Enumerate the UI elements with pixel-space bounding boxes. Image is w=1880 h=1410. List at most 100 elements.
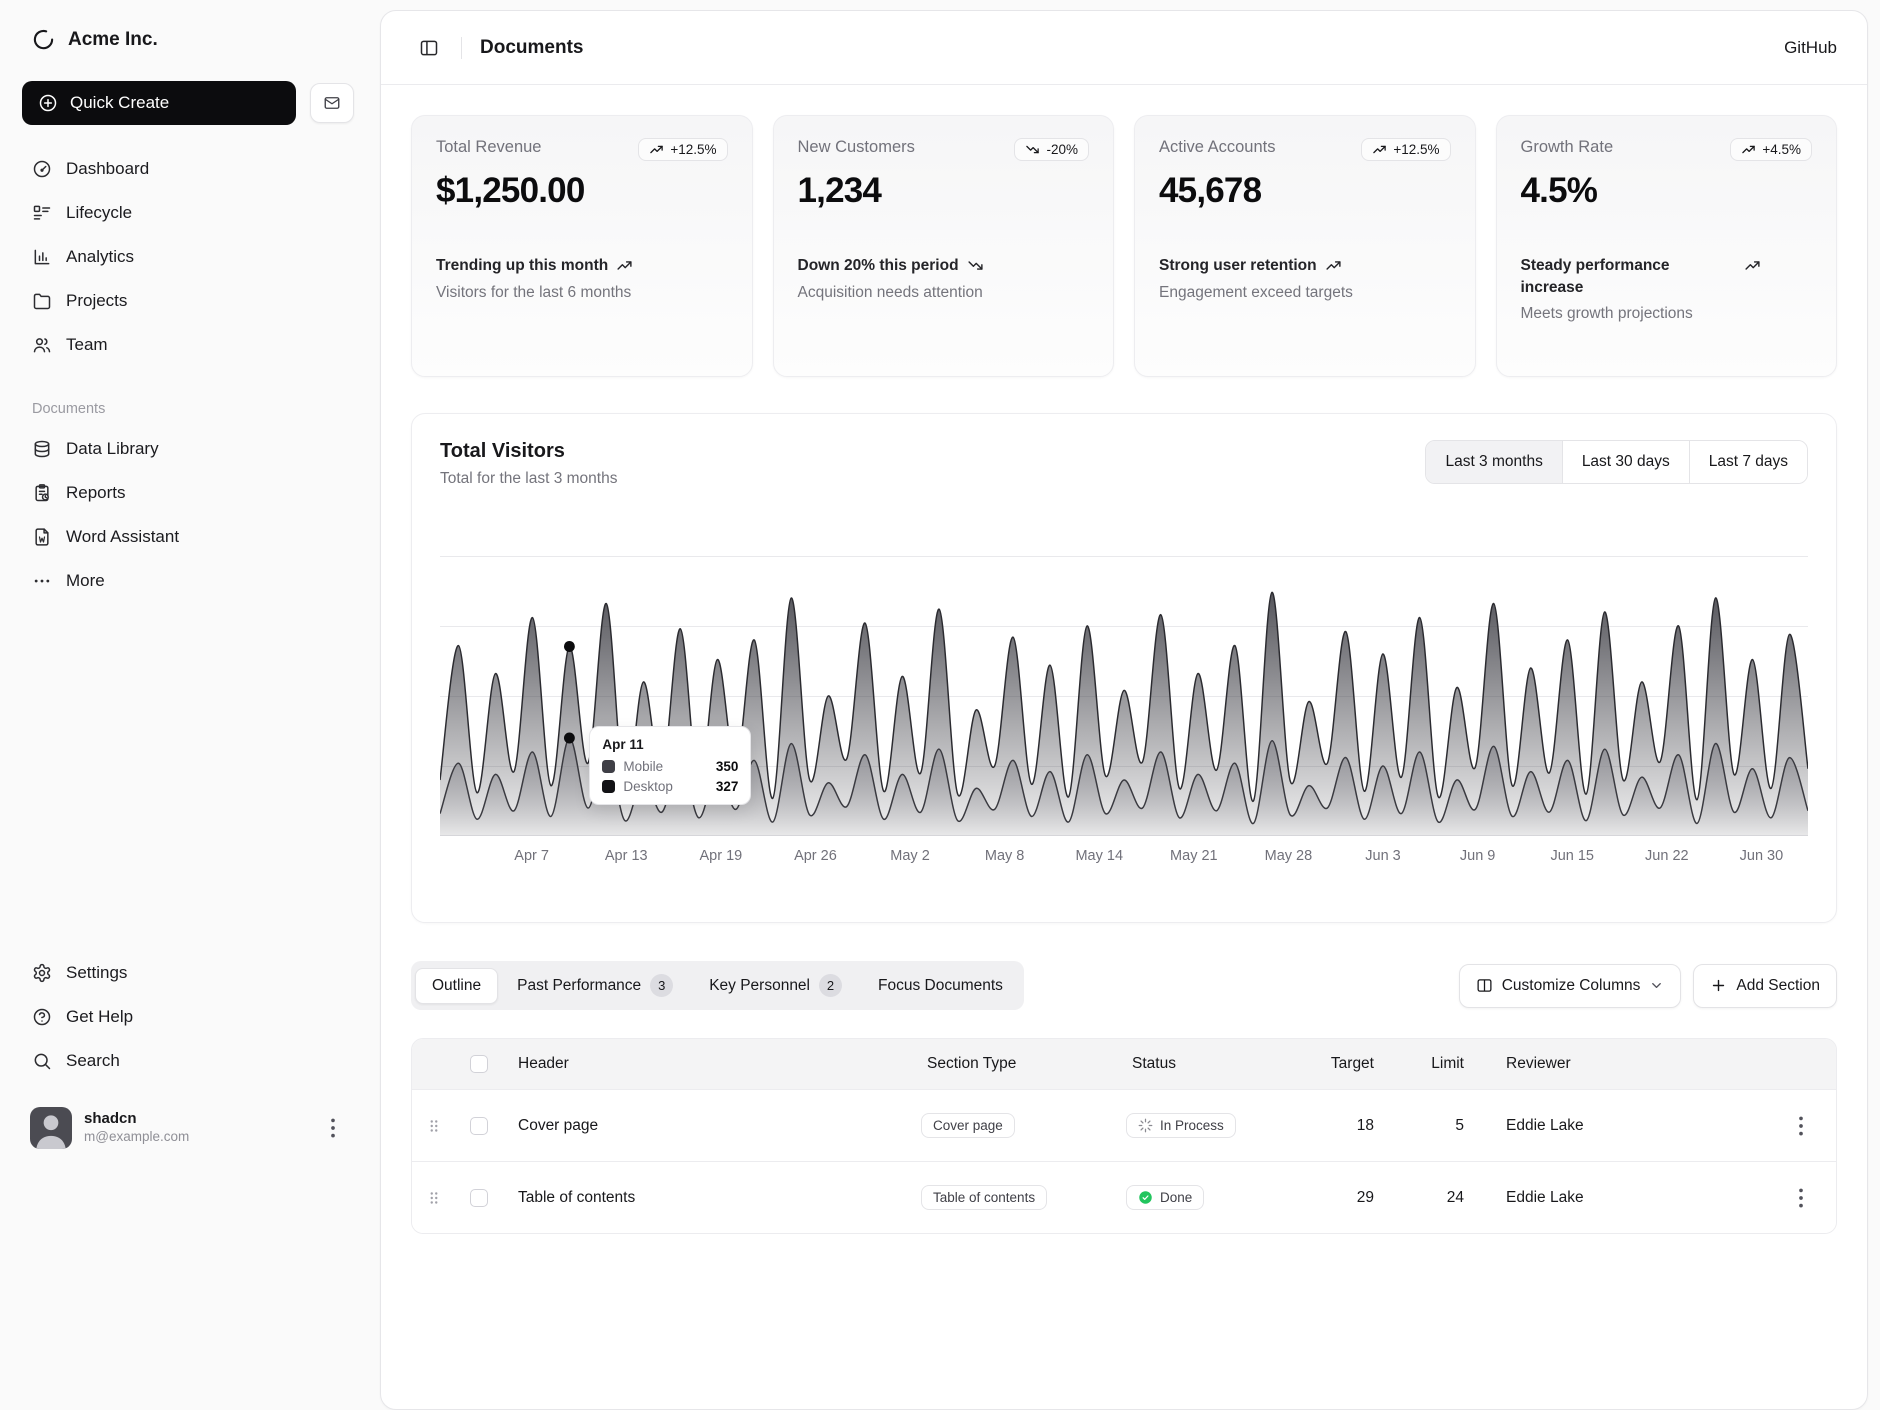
tab-focus-documents[interactable]: Focus Documents	[861, 968, 1020, 1004]
sidebar-item-team[interactable]: Team	[22, 323, 354, 367]
grip-vertical-icon	[425, 1117, 443, 1135]
list-icon	[32, 203, 52, 223]
tab-label: Focus Documents	[878, 977, 1003, 995]
sidebar-item-label: Team	[66, 335, 108, 355]
main-header: Documents GitHub	[381, 11, 1867, 85]
sidebar-item-label: Settings	[66, 963, 127, 983]
trend-badge: +4.5%	[1730, 138, 1812, 161]
sidebar: Acme Inc. Quick Create DashboardLifecycl…	[0, 0, 380, 1175]
stat-card-new-customers: New Customers-20%1,234Down 20% this peri…	[773, 115, 1115, 377]
sidebar-item-lifecycle[interactable]: Lifecycle	[22, 191, 354, 235]
section-toolbar: OutlinePast Performance3 Key Personnel 2 Fo…	[411, 961, 1837, 1010]
sidebar-item-label: Analytics	[66, 247, 134, 267]
stat-value: $1,250.00	[436, 171, 728, 211]
cell-reviewer: Eddie Lake	[1486, 1117, 1766, 1135]
chart-title: Total Visitors	[440, 440, 617, 463]
stat-foot-title-text: Down 20% this period	[798, 255, 959, 277]
sidebar-item-settings[interactable]: Settings	[22, 951, 354, 995]
sidebar-item-label: Search	[66, 1051, 120, 1071]
column-header-target: Target	[1311, 1055, 1396, 1073]
customize-columns-button[interactable]: Customize Columns	[1459, 964, 1682, 1008]
folder-icon	[32, 291, 52, 311]
clipboard-icon	[32, 483, 52, 503]
drag-handle[interactable]	[412, 1189, 456, 1207]
user-kebab-icon[interactable]	[320, 1115, 346, 1141]
sidebar-item-reports[interactable]: Reports	[22, 471, 354, 515]
x-tick-may-21: May 21	[1170, 848, 1218, 864]
tab-outline[interactable]: Outline	[415, 968, 498, 1004]
sidebar-item-data-library[interactable]: Data Library	[22, 427, 354, 471]
sidebar-item-label: Word Assistant	[66, 527, 179, 547]
header-checkbox-cell	[456, 1055, 504, 1073]
tab-past-performance[interactable]: Past Performance3	[500, 965, 690, 1006]
stat-card-growth-rate: Growth Rate+4.5%4.5%Steady performance i…	[1496, 115, 1838, 377]
user-name: shadcn	[84, 1110, 308, 1129]
trend-badge: -20%	[1014, 138, 1089, 161]
x-tick-jun-22: Jun 22	[1645, 848, 1689, 864]
range-last-30-days[interactable]: Last 30 days	[1562, 441, 1689, 483]
tooltip-series-row: Desktop 327	[602, 779, 738, 794]
logo-icon	[32, 28, 55, 51]
sidebar-item-analytics[interactable]: Analytics	[22, 235, 354, 279]
trend-badge: +12.5%	[1361, 138, 1450, 161]
github-link[interactable]: GitHub	[1784, 38, 1837, 58]
sidebar-item-word-assistant[interactable]: Word Assistant	[22, 515, 354, 559]
trend-up-icon	[1372, 142, 1387, 157]
sidebar-item-search[interactable]: Search	[22, 1039, 354, 1083]
tab-label: Key Personnel	[709, 977, 810, 995]
sidebar-item-projects[interactable]: Projects	[22, 279, 354, 323]
cell-limit: 24	[1396, 1189, 1486, 1207]
cell-limit: 5	[1396, 1117, 1486, 1135]
section-type-badge: Table of contents	[921, 1185, 1047, 1210]
page-title: Documents	[480, 37, 583, 59]
user-menu[interactable]: shadcn m@example.com	[22, 1099, 354, 1157]
add-section-label: Add Section	[1736, 977, 1820, 995]
trend-badge-value: +12.5%	[670, 142, 716, 157]
chart-subtitle: Total for the last 3 months	[440, 470, 617, 488]
x-tick-jun-15: Jun 15	[1550, 848, 1594, 864]
stat-label: Growth Rate	[1521, 138, 1614, 157]
tab-count-badge: 2	[819, 974, 842, 997]
cell-target: 18	[1311, 1117, 1396, 1135]
quick-create-label: Quick Create	[70, 93, 169, 113]
range-last-7-days[interactable]: Last 7 days	[1689, 441, 1807, 483]
sidebar-item-more[interactable]: More	[22, 559, 354, 603]
row-kebab-icon[interactable]	[1788, 1185, 1814, 1211]
tooltip-series-value: 327	[716, 779, 739, 794]
trend-badge-value: +4.5%	[1762, 142, 1801, 157]
ellipsis-icon	[32, 571, 52, 591]
trend-badge: +12.5%	[638, 138, 727, 161]
sidebar-item-dashboard[interactable]: Dashboard	[22, 147, 354, 191]
row-kebab-icon[interactable]	[1788, 1113, 1814, 1139]
stat-label: New Customers	[798, 138, 915, 157]
tab-key-personnel[interactable]: Key Personnel 2	[692, 965, 859, 1006]
cell-reviewer: Eddie Lake	[1486, 1189, 1766, 1207]
trend-up-icon	[1325, 257, 1342, 274]
quick-create-button[interactable]: Quick Create	[22, 81, 296, 125]
main-card: Documents GitHub Total Revenue+12.5%$1,2…	[380, 10, 1868, 1410]
tooltip-series-label: Mobile	[623, 759, 663, 774]
row-checkbox[interactable]	[470, 1189, 488, 1207]
sidebar-item-get-help[interactable]: Get Help	[22, 995, 354, 1039]
add-section-button[interactable]: Add Section	[1693, 964, 1837, 1008]
stat-card-active-accounts: Active Accounts+12.5%45,678Strong user r…	[1134, 115, 1476, 377]
select-all-checkbox[interactable]	[470, 1055, 488, 1073]
range-last-3-months[interactable]: Last 3 months	[1426, 441, 1561, 483]
tab-count-badge: 3	[650, 974, 673, 997]
tooltip-series-label: Desktop	[623, 779, 673, 794]
tooltip-date: Apr 11	[602, 737, 738, 752]
inbox-button[interactable]	[310, 83, 354, 123]
stat-foot-title: Strong user retention	[1159, 255, 1451, 277]
row-checkbox[interactable]	[470, 1117, 488, 1135]
file-w-icon	[32, 527, 52, 547]
x-tick-apr-19: Apr 19	[699, 848, 742, 864]
trend-up-icon	[616, 257, 633, 274]
sidebar-toggle-button[interactable]	[411, 30, 447, 66]
x-tick-jun-30: Jun 30	[1740, 848, 1784, 864]
trend-up-icon	[649, 142, 664, 157]
chevron-down-icon	[1649, 978, 1664, 993]
sidebar-nav-documents: Data LibraryReports Word Assistant More	[22, 427, 354, 603]
brand[interactable]: Acme Inc.	[22, 22, 354, 57]
x-tick-apr-13: Apr 13	[605, 848, 648, 864]
drag-handle[interactable]	[412, 1117, 456, 1135]
